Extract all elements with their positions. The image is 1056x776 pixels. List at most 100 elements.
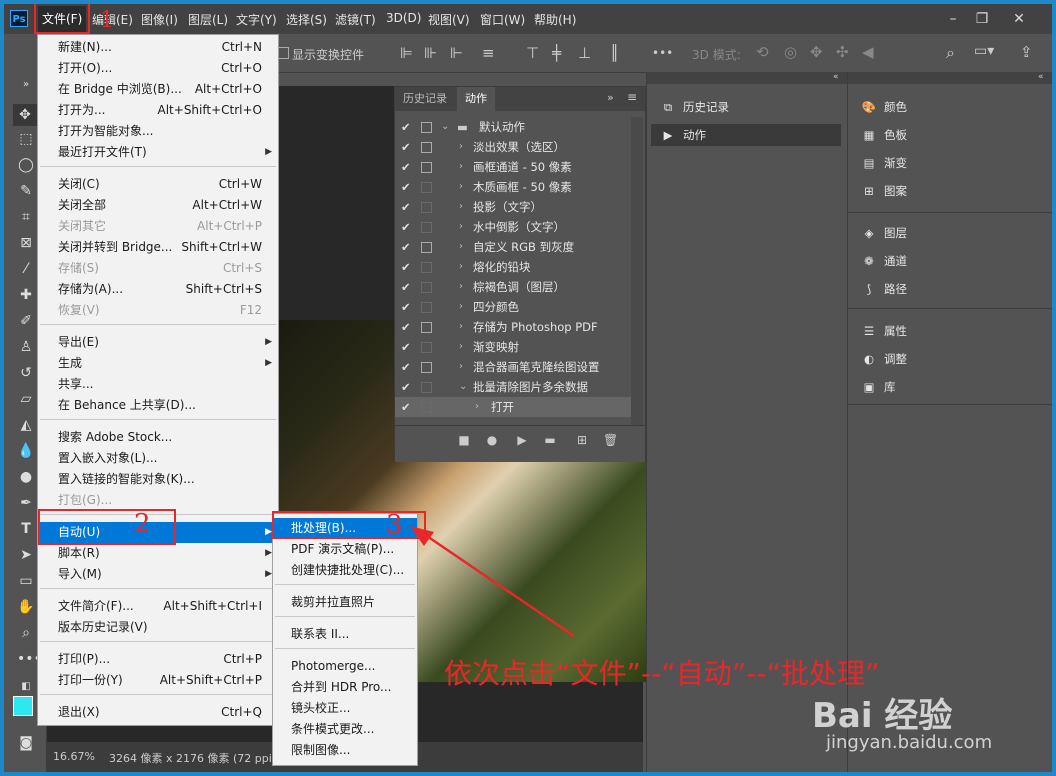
file-menu-generate[interactable]: 生成 ▶ xyxy=(38,353,278,374)
dialog-toggle-box[interactable] xyxy=(421,322,432,333)
path-select-tool-icon[interactable]: ➤ xyxy=(17,546,35,564)
dialog-toggle-box[interactable] xyxy=(421,142,432,153)
expand-chevron-icon[interactable]: › xyxy=(459,137,463,157)
menu-view[interactable]: 视图(V) xyxy=(428,11,470,28)
checkmark-icon[interactable]: ✔ xyxy=(401,177,415,197)
panel-menu-icon[interactable]: ≡ xyxy=(627,90,637,104)
checkmark-icon[interactable]: ✔ xyxy=(401,397,415,417)
expand-chevron-icon[interactable]: › xyxy=(459,317,463,337)
quick-mask-icon[interactable]: ◙ xyxy=(17,734,35,752)
crop-tool-icon[interactable]: ⌗ xyxy=(17,208,35,226)
blur-tool-icon[interactable]: 💧 xyxy=(17,442,35,460)
frame-tool-icon[interactable]: ⊠ xyxy=(17,234,35,252)
submenu-conditional-mode-change[interactable]: 条件模式更改... xyxy=(273,719,417,740)
checkmark-icon[interactable]: ✔ xyxy=(401,137,415,157)
action-row[interactable]: ✔ › 画框通道 - 50 像素 xyxy=(395,157,631,177)
action-row[interactable]: ✔ › 自定义 RGB 到灰度 xyxy=(395,237,631,257)
action-row[interactable]: ✔ › 渐变映射 xyxy=(395,337,631,357)
hand-tool-icon[interactable]: ✋ xyxy=(17,598,35,616)
expand-chevron-icon[interactable]: › xyxy=(459,237,463,257)
clone-stamp-tool-icon[interactable]: ♙ xyxy=(17,338,35,356)
action-row[interactable]: ✔ › 打开 xyxy=(395,397,631,417)
3d-pan-icon[interactable]: ✥ xyxy=(810,43,823,61)
align-bottom-icon[interactable]: ⊥ xyxy=(578,44,591,62)
3d-slide-icon[interactable]: ✣ xyxy=(836,43,849,61)
more-options-button[interactable]: ••• xyxy=(652,46,673,60)
dialog-toggle-box[interactable] xyxy=(421,302,432,313)
action-set-row[interactable]: ✔ ⌄ ▬ 默认动作 xyxy=(395,117,631,137)
dock-collapse-icon[interactable]: « xyxy=(833,72,839,82)
menu-select[interactable]: 选择(S) xyxy=(286,11,327,28)
zoom-level[interactable]: 16.67% xyxy=(53,750,95,763)
dock-channels-button[interactable]: ❁ 通道 xyxy=(860,250,907,272)
dialog-toggle-box[interactable] xyxy=(421,262,432,273)
menu-filter[interactable]: 滤镜(T) xyxy=(335,11,376,28)
share-icon[interactable]: ⇪ xyxy=(1020,43,1033,61)
dodge-tool-icon[interactable]: ● xyxy=(17,468,35,486)
menu-layer[interactable]: 图层(L) xyxy=(188,11,228,28)
action-row[interactable]: ✔ › 四分颜色 xyxy=(395,297,631,317)
expand-chevron-icon[interactable]: › xyxy=(475,397,479,417)
dock-adjustments-button[interactable]: ◐ 调整 xyxy=(860,348,907,370)
panel-collapse-icon[interactable]: » xyxy=(607,91,614,104)
expand-chevron-icon[interactable]: › xyxy=(459,177,463,197)
play-icon[interactable]: ▶ xyxy=(515,433,529,447)
submenu-create-droplet[interactable]: 创建快捷批处理(C)... xyxy=(273,560,417,581)
eraser-tool-icon[interactable]: ▱ xyxy=(17,390,35,408)
action-row[interactable]: ✔ › 淡出效果（选区） xyxy=(395,137,631,157)
file-menu-open-as[interactable]: 打开为... Alt+Shift+Ctrl+O xyxy=(38,100,278,121)
checkmark-icon[interactable]: ✔ xyxy=(401,197,415,217)
file-menu-share[interactable]: 共享... xyxy=(38,374,278,395)
action-row[interactable]: ✔ › 混合器画笔克隆绘图设置 xyxy=(395,357,631,377)
move-tool-icon[interactable]: ✥ xyxy=(13,104,37,126)
menu-type[interactable]: 文字(Y) xyxy=(236,11,277,28)
dock-color-button[interactable]: 🎨 颜色 xyxy=(860,96,907,118)
dialog-toggle-box[interactable] xyxy=(421,122,432,133)
dock-libraries-button[interactable]: ▣ 库 xyxy=(860,376,896,398)
collapse-toolbar-icon[interactable]: » xyxy=(17,76,35,94)
maximize-button[interactable]: ❐ xyxy=(968,10,996,28)
file-menu-print-one-copy[interactable]: 打印一份(Y) Alt+Shift+Ctrl+P xyxy=(38,670,278,691)
checkmark-icon[interactable]: ✔ xyxy=(401,117,415,137)
file-menu-open-as-smart-object[interactable]: 打开为智能对象... xyxy=(38,121,278,142)
pen-tool-icon[interactable]: ✒ xyxy=(17,494,35,512)
marquee-tool-icon[interactable]: ⬚ xyxy=(17,130,35,148)
dock-pattern-button[interactable]: ⊞ 图案 xyxy=(860,180,907,202)
workspace-icon[interactable]: ▭▾ xyxy=(974,43,994,59)
checkmark-icon[interactable]: ✔ xyxy=(401,337,415,357)
dock-actions-button[interactable]: ▶ 动作 xyxy=(659,124,706,146)
distribute-vertical-icon[interactable]: ║ xyxy=(610,44,619,62)
align-center-icon[interactable]: ⊪ xyxy=(424,44,437,62)
eyedropper-tool-icon[interactable]: ⁄ xyxy=(17,260,35,278)
3d-roll-icon[interactable]: ◎ xyxy=(784,43,797,61)
file-menu-search-adobe-stock[interactable]: 搜索 Adobe Stock... xyxy=(38,427,278,448)
file-menu-package[interactable]: 打包(G)... xyxy=(38,490,278,511)
history-brush-tool-icon[interactable]: ↺ xyxy=(17,364,35,382)
expand-chevron-icon[interactable]: › xyxy=(459,297,463,317)
brush-tool-icon[interactable]: ✐ xyxy=(17,312,35,330)
align-middle-icon[interactable]: ╪ xyxy=(552,44,561,62)
menu-3d[interactable]: 3D(D) xyxy=(386,11,421,25)
lasso-tool-icon[interactable]: ◯ xyxy=(17,156,35,174)
expand-chevron-icon[interactable]: › xyxy=(459,337,463,357)
file-menu-open[interactable]: 打开(O)... Ctrl+O xyxy=(38,58,278,79)
submenu-crop-and-straighten[interactable]: 裁剪并拉直照片 xyxy=(273,592,417,613)
file-menu-place-linked[interactable]: 置入链接的智能对象(K)... xyxy=(38,469,278,490)
file-menu-scripts[interactable]: 脚本(R) ▶ xyxy=(38,543,278,564)
delete-icon[interactable]: 🗑 xyxy=(603,433,618,447)
checkmark-icon[interactable]: ✔ xyxy=(401,257,415,277)
dock-history-button[interactable]: ⧉ 历史记录 xyxy=(659,96,729,118)
close-button[interactable]: ✕ xyxy=(1005,10,1033,28)
file-menu-save-as[interactable]: 存储为(A)... Shift+Ctrl+S xyxy=(38,279,278,300)
submenu-photomerge[interactable]: Photomerge... xyxy=(273,656,417,677)
foreground-color-swatch[interactable] xyxy=(13,696,33,716)
dock-paths-button[interactable]: ⟆ 路径 xyxy=(860,278,907,300)
submenu-pdf-presentation[interactable]: PDF 演示文稿(P)... xyxy=(273,539,417,560)
dialog-toggle-box[interactable] xyxy=(421,162,432,173)
dialog-toggle-box[interactable] xyxy=(421,242,432,253)
dock-gradient-button[interactable]: ▤ 渐变 xyxy=(860,152,907,174)
file-menu-import[interactable]: 导入(M) ▶ xyxy=(38,564,278,585)
3d-camera-icon[interactable]: ◀ xyxy=(862,43,874,61)
action-row[interactable]: ✔ ⌄ 批量清除图片多余数据 xyxy=(395,377,631,397)
zoom-tool-icon[interactable]: ⌕ xyxy=(17,624,35,642)
